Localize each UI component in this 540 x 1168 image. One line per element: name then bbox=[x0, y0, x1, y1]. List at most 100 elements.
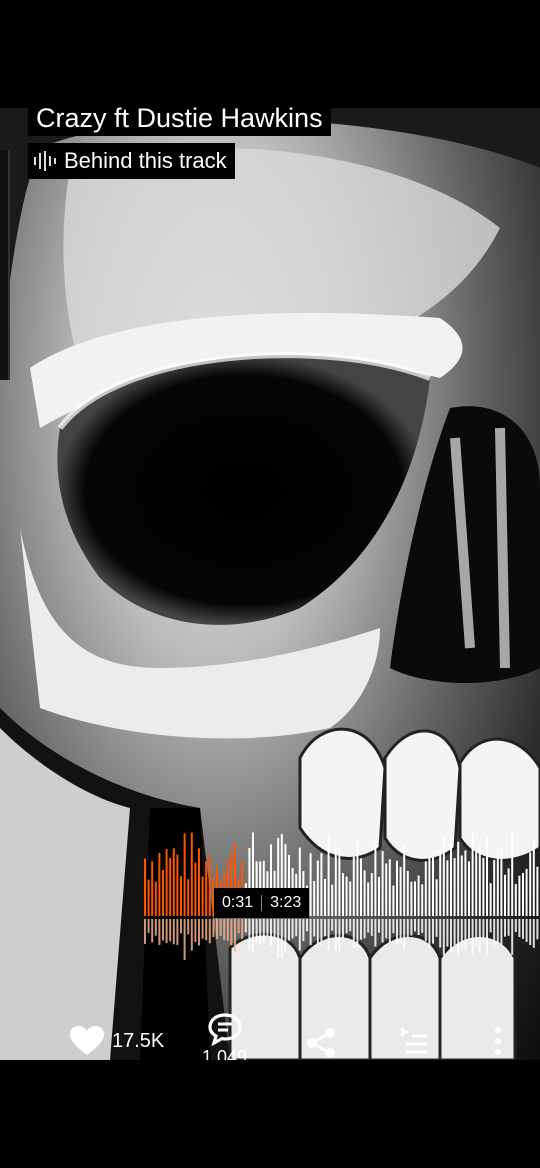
waveform-reflection-bar bbox=[266, 919, 269, 937]
waveform-reflection-bar bbox=[464, 919, 467, 951]
waveform-bar bbox=[475, 849, 478, 916]
waveform-reflection-bar bbox=[342, 919, 344, 940]
track-title[interactable]: Crazy ft Dustie Hawkins bbox=[28, 100, 331, 136]
waveform-bar bbox=[435, 879, 438, 916]
waveform-reflection-bar bbox=[406, 919, 409, 938]
waveform-bar bbox=[183, 833, 186, 916]
waveform-reflection-bar bbox=[172, 919, 175, 945]
waveform-bar bbox=[352, 855, 355, 916]
waveform-bar bbox=[190, 832, 193, 916]
waveform-bar bbox=[403, 845, 406, 916]
waveform-reflection-bar bbox=[277, 919, 280, 958]
waveform-bar bbox=[410, 881, 413, 916]
waveform-bar bbox=[450, 836, 452, 916]
waveform-reflection-bar bbox=[374, 919, 377, 947]
waveform-bar bbox=[385, 863, 388, 916]
waveform-reflection-bar bbox=[151, 919, 154, 943]
waveform-bar bbox=[489, 883, 492, 916]
waveform-reflection-bar bbox=[460, 919, 463, 950]
waveform-reflection-bar bbox=[212, 919, 215, 937]
waveform-scrubber[interactable] bbox=[144, 828, 540, 960]
track-duration: 3:23 bbox=[270, 894, 302, 911]
waveform-reflection-bar bbox=[493, 919, 496, 947]
more-options-button[interactable] bbox=[492, 1024, 504, 1058]
waveform-bar bbox=[399, 867, 402, 916]
waveform-reflection-bar bbox=[288, 919, 290, 941]
side-drawer-handle[interactable] bbox=[0, 150, 10, 380]
waveform-reflection-bar bbox=[237, 919, 240, 934]
waveform-reflection-bar bbox=[284, 919, 287, 952]
waveform-bar bbox=[360, 858, 362, 916]
waveform-bar bbox=[406, 870, 409, 916]
waveform-reflection-bar bbox=[475, 919, 478, 947]
waveform-reflection-bar bbox=[176, 919, 179, 945]
heart-icon bbox=[70, 1026, 104, 1055]
waveform-bar bbox=[367, 882, 370, 916]
waveform-reflection-bar bbox=[388, 919, 391, 943]
waveform-bar bbox=[500, 848, 503, 916]
waveform-reflection-bar bbox=[205, 919, 208, 941]
waveform-reflection-bar bbox=[392, 919, 395, 934]
waveform-reflection-bar bbox=[446, 919, 449, 947]
more-vertical-icon bbox=[495, 1027, 501, 1055]
like-button[interactable]: 17.5K bbox=[70, 1026, 164, 1056]
waveform-bar bbox=[468, 861, 470, 916]
waveform-reflection-bar bbox=[234, 919, 236, 952]
queue-button[interactable] bbox=[398, 1024, 430, 1058]
waveform-reflection-bar bbox=[324, 919, 326, 937]
waveform-reflection-bar bbox=[298, 919, 301, 951]
waveform-reflection-bar bbox=[504, 919, 506, 937]
waveform-reflection-bar bbox=[396, 919, 398, 945]
waveform-reflection-bar bbox=[536, 919, 539, 940]
waveform-bar bbox=[378, 876, 380, 916]
waveform-reflection-bar bbox=[399, 919, 402, 943]
bottom-bar bbox=[0, 1060, 540, 1168]
waveform-reflection-bar bbox=[439, 919, 442, 948]
waveform-reflection-bar bbox=[345, 919, 348, 934]
waveform-reflection-bar bbox=[230, 919, 233, 946]
waveform-reflection-bar bbox=[428, 919, 431, 949]
waveform-bar bbox=[507, 868, 510, 916]
waveform-bar bbox=[144, 858, 146, 916]
waveform-reflection-bar bbox=[410, 919, 413, 936]
behind-this-track-button[interactable]: Behind this track bbox=[28, 143, 235, 179]
waveform-reflection-bar bbox=[367, 919, 370, 933]
waveform-reflection-bar bbox=[525, 919, 528, 942]
waveform-reflection-bar bbox=[219, 919, 222, 936]
waveform-bar bbox=[504, 874, 506, 916]
waveform-reflection-bar bbox=[514, 919, 517, 933]
waveform-bar bbox=[471, 831, 474, 916]
waveform-reflection-bar bbox=[453, 919, 456, 946]
waveform-reflection-bar bbox=[180, 919, 182, 934]
waveform-reflection-bar bbox=[316, 919, 319, 946]
waveform-bar bbox=[442, 835, 445, 916]
waveform-reflection-bar bbox=[302, 919, 305, 942]
waveform-reflection-bar bbox=[262, 919, 265, 942]
share-button[interactable] bbox=[304, 1026, 338, 1060]
waveform-reflection-bar bbox=[478, 919, 481, 953]
waveform-bar bbox=[493, 859, 496, 916]
waveform-reflection-bar bbox=[432, 919, 434, 944]
share-icon bbox=[307, 1028, 335, 1058]
waveform-reflection-bar bbox=[370, 919, 373, 936]
waveform-reflection-bar bbox=[291, 919, 294, 939]
comment-button[interactable]: 1,049 bbox=[202, 1012, 247, 1062]
waveform-reflection-bar bbox=[363, 919, 366, 939]
waveform-bar bbox=[187, 879, 190, 916]
waveform-reflection-bar bbox=[223, 919, 226, 940]
waveform-bar bbox=[464, 850, 467, 916]
waveform-graph bbox=[144, 831, 539, 960]
waveform-bar bbox=[147, 879, 150, 916]
waveform-reflection-bar bbox=[201, 919, 204, 939]
waveform-bar bbox=[154, 881, 157, 916]
waveform-bar bbox=[324, 878, 326, 916]
waveform-bar bbox=[194, 862, 197, 916]
waveform-reflection-bar bbox=[158, 919, 161, 945]
waveform-reflection-bar bbox=[154, 919, 157, 936]
waveform-reflection-bar bbox=[471, 919, 474, 956]
waveform-bar bbox=[478, 843, 481, 916]
waveform-reflection-bar bbox=[320, 919, 323, 946]
waveform-bar bbox=[525, 868, 528, 916]
waveform-bar bbox=[370, 873, 373, 916]
waveform-reflection-bar bbox=[147, 919, 150, 934]
